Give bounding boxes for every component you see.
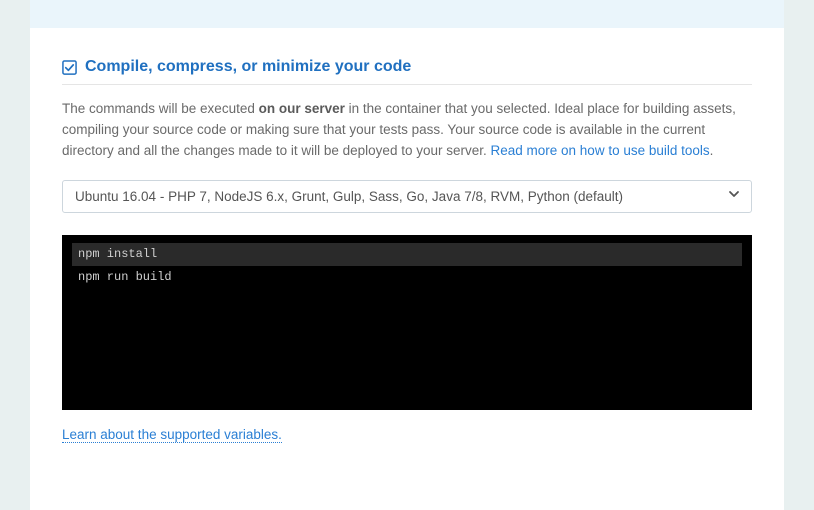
supported-variables-link[interactable]: Learn about the supported variables. xyxy=(62,427,282,443)
section-description: The commands will be executed on our ser… xyxy=(62,99,752,162)
desc-text-pre: The commands will be executed xyxy=(62,101,259,116)
build-commands-editor[interactable]: npm install npm run build xyxy=(62,235,752,410)
read-more-link[interactable]: Read more on how to use build tools xyxy=(491,143,710,158)
desc-text-bold: on our server xyxy=(259,101,345,116)
section-header: Compile, compress, or minimize your code xyxy=(62,58,752,85)
section-title: Compile, compress, or minimize your code xyxy=(85,58,411,76)
container-select-wrapper: Ubuntu 16.04 - PHP 7, NodeJS 6.x, Grunt,… xyxy=(62,180,752,213)
desc-text-end: . xyxy=(710,143,714,158)
code-line[interactable]: npm run build xyxy=(72,266,742,289)
code-line[interactable]: npm install xyxy=(72,243,742,266)
vars-link-row: Learn about the supported variables. xyxy=(62,426,752,444)
checkbox-checked-icon xyxy=(62,60,77,75)
container-select[interactable]: Ubuntu 16.04 - PHP 7, NodeJS 6.x, Grunt,… xyxy=(62,180,752,213)
build-settings-card: Compile, compress, or minimize your code… xyxy=(30,28,784,510)
top-banner xyxy=(30,0,784,28)
